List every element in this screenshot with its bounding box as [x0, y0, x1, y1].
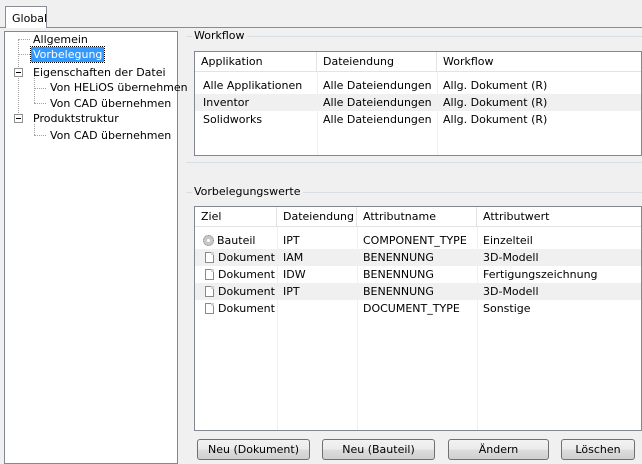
- workflow-column-header[interactable]: Applikation: [195, 52, 317, 72]
- table-cell: Allg. Dokument (R): [443, 79, 548, 92]
- table-cell: Alle Dateiendungen: [323, 96, 432, 109]
- table-cell: IPT: [283, 285, 300, 298]
- delete-button[interactable]: Löschen: [561, 439, 635, 460]
- tree-connector: [34, 76, 35, 103]
- table-cell: Alle Dateiendungen: [323, 79, 432, 92]
- tree-connector: [18, 39, 30, 40]
- new-document-button[interactable]: Neu (Dokument): [197, 439, 310, 460]
- table-cell: Sonstige: [483, 302, 531, 315]
- table-row[interactable]: Dokument DOCUMENT_TYPE Sonstige: [195, 300, 641, 317]
- table-row[interactable]: Dokument IDW BENENNUNG Fertigungszeichnu…: [195, 266, 641, 283]
- presets-column-header[interactable]: Ziel: [195, 207, 277, 227]
- tree-item-von-cad-uebernehmen[interactable]: Von CAD übernehmen: [48, 96, 173, 111]
- collapse-icon[interactable]: [14, 114, 23, 123]
- table-row[interactable]: Inventor Alle Dateiendungen Allg. Dokume…: [195, 94, 641, 111]
- tree-connector: [18, 54, 30, 55]
- table-cell: Einzelteil: [483, 234, 533, 247]
- cell-text: Dokument: [218, 302, 275, 315]
- collapse-icon[interactable]: [14, 68, 23, 77]
- table-cell: 3D-Modell: [483, 285, 539, 298]
- table-cell: Fertigungszeichnung: [483, 268, 598, 281]
- document-icon: [205, 269, 214, 280]
- table-cell: Allg. Dokument (R): [443, 113, 548, 126]
- document-icon: [205, 286, 214, 297]
- workflow-group-border: [186, 36, 642, 37]
- presets-group-title: Vorbelegungswerte: [192, 185, 303, 198]
- workflow-column-header[interactable]: Dateiendung: [317, 52, 437, 72]
- presets-table[interactable]: Ziel Dateiendung Attributname Attributwe…: [194, 206, 642, 431]
- tree-connector: [34, 88, 46, 89]
- tree-item-produktstruktur[interactable]: Produktstruktur: [31, 111, 121, 126]
- table-cell: COMPONENT_TYPE: [363, 234, 467, 247]
- tree-item-vorbelegung[interactable]: Vorbelegung: [29, 46, 106, 63]
- table-row[interactable]: Solidworks Alle Dateiendungen Allg. Doku…: [195, 111, 641, 128]
- workflow-table[interactable]: Applikation Dateiendung Workflow Alle Ap…: [194, 51, 642, 156]
- table-row[interactable]: Dokument IPT BENENNUNG 3D-Modell: [195, 283, 641, 300]
- table-cell: IAM: [283, 251, 304, 264]
- cell-text: Dokument: [218, 268, 275, 281]
- document-icon: [205, 252, 214, 263]
- table-cell: BENENNUNG: [363, 285, 434, 298]
- table-cell: Alle Dateiendungen: [323, 113, 432, 126]
- table-cell: BENENNUNG: [363, 251, 434, 264]
- table-cell: Alle Applikationen: [203, 79, 303, 92]
- settings-tree[interactable]: Allgemein Vorbelegung Eigenschaften der …: [4, 31, 188, 464]
- table-cell: Allg. Dokument (R): [443, 96, 548, 109]
- table-cell: Dokument: [199, 249, 275, 266]
- gear-icon: [203, 235, 214, 246]
- presets-column-header[interactable]: Dateiendung: [277, 207, 357, 227]
- tree-connector: [34, 135, 46, 136]
- table-cell: IDW: [283, 268, 306, 281]
- table-cell: Solidworks: [203, 113, 263, 126]
- presets-column-header[interactable]: Attributwert: [477, 207, 641, 227]
- table-cell: Dokument: [199, 266, 275, 283]
- table-cell: 3D-Modell: [483, 251, 539, 264]
- cell-text: Bauteil: [217, 234, 256, 247]
- tree-item-allgemein[interactable]: Allgemein: [31, 32, 90, 47]
- table-cell: DOCUMENT_TYPE: [363, 302, 460, 315]
- table-cell: IPT: [283, 234, 300, 247]
- tab-global[interactable]: Global: [5, 6, 47, 28]
- document-icon: [205, 303, 214, 314]
- table-row[interactable]: Dokument IAM BENENNUNG 3D-Modell: [195, 249, 641, 266]
- tab-global-label: Global: [12, 12, 48, 25]
- table-cell: Dokument: [199, 283, 275, 300]
- cell-text: Dokument: [218, 251, 275, 264]
- table-cell: BENENNUNG: [363, 268, 434, 281]
- tree-connector: [34, 103, 46, 104]
- cell-text: Dokument: [218, 285, 275, 298]
- workflow-group-title: Workflow: [192, 29, 247, 42]
- table-row[interactable]: Bauteil IPT COMPONENT_TYPE Einzelteil: [195, 232, 641, 249]
- section-divider: [186, 162, 642, 163]
- tab-strip-border: [0, 27, 642, 28]
- workflow-column-header[interactable]: Workflow: [437, 52, 641, 72]
- presets-column-header[interactable]: Attributname: [357, 207, 477, 227]
- table-cell: Bauteil: [197, 232, 255, 249]
- tree-item-eigenschaften-der-datei[interactable]: Eigenschaften der Datei: [31, 65, 168, 80]
- table-cell: [277, 300, 283, 317]
- new-part-button[interactable]: Neu (Bauteil): [322, 439, 435, 460]
- tree-item-von-helios-uebernehmen[interactable]: Von HELiOS übernehmen: [48, 80, 190, 95]
- table-cell: Dokument: [199, 300, 275, 317]
- table-cell: Inventor: [203, 96, 250, 109]
- table-row[interactable]: Alle Applikationen Alle Dateiendungen Al…: [195, 77, 641, 94]
- tree-connector: [18, 39, 19, 119]
- tree-item-produktstruktur-von-cad[interactable]: Von CAD übernehmen: [48, 128, 173, 143]
- edit-button[interactable]: Ändern: [448, 439, 549, 460]
